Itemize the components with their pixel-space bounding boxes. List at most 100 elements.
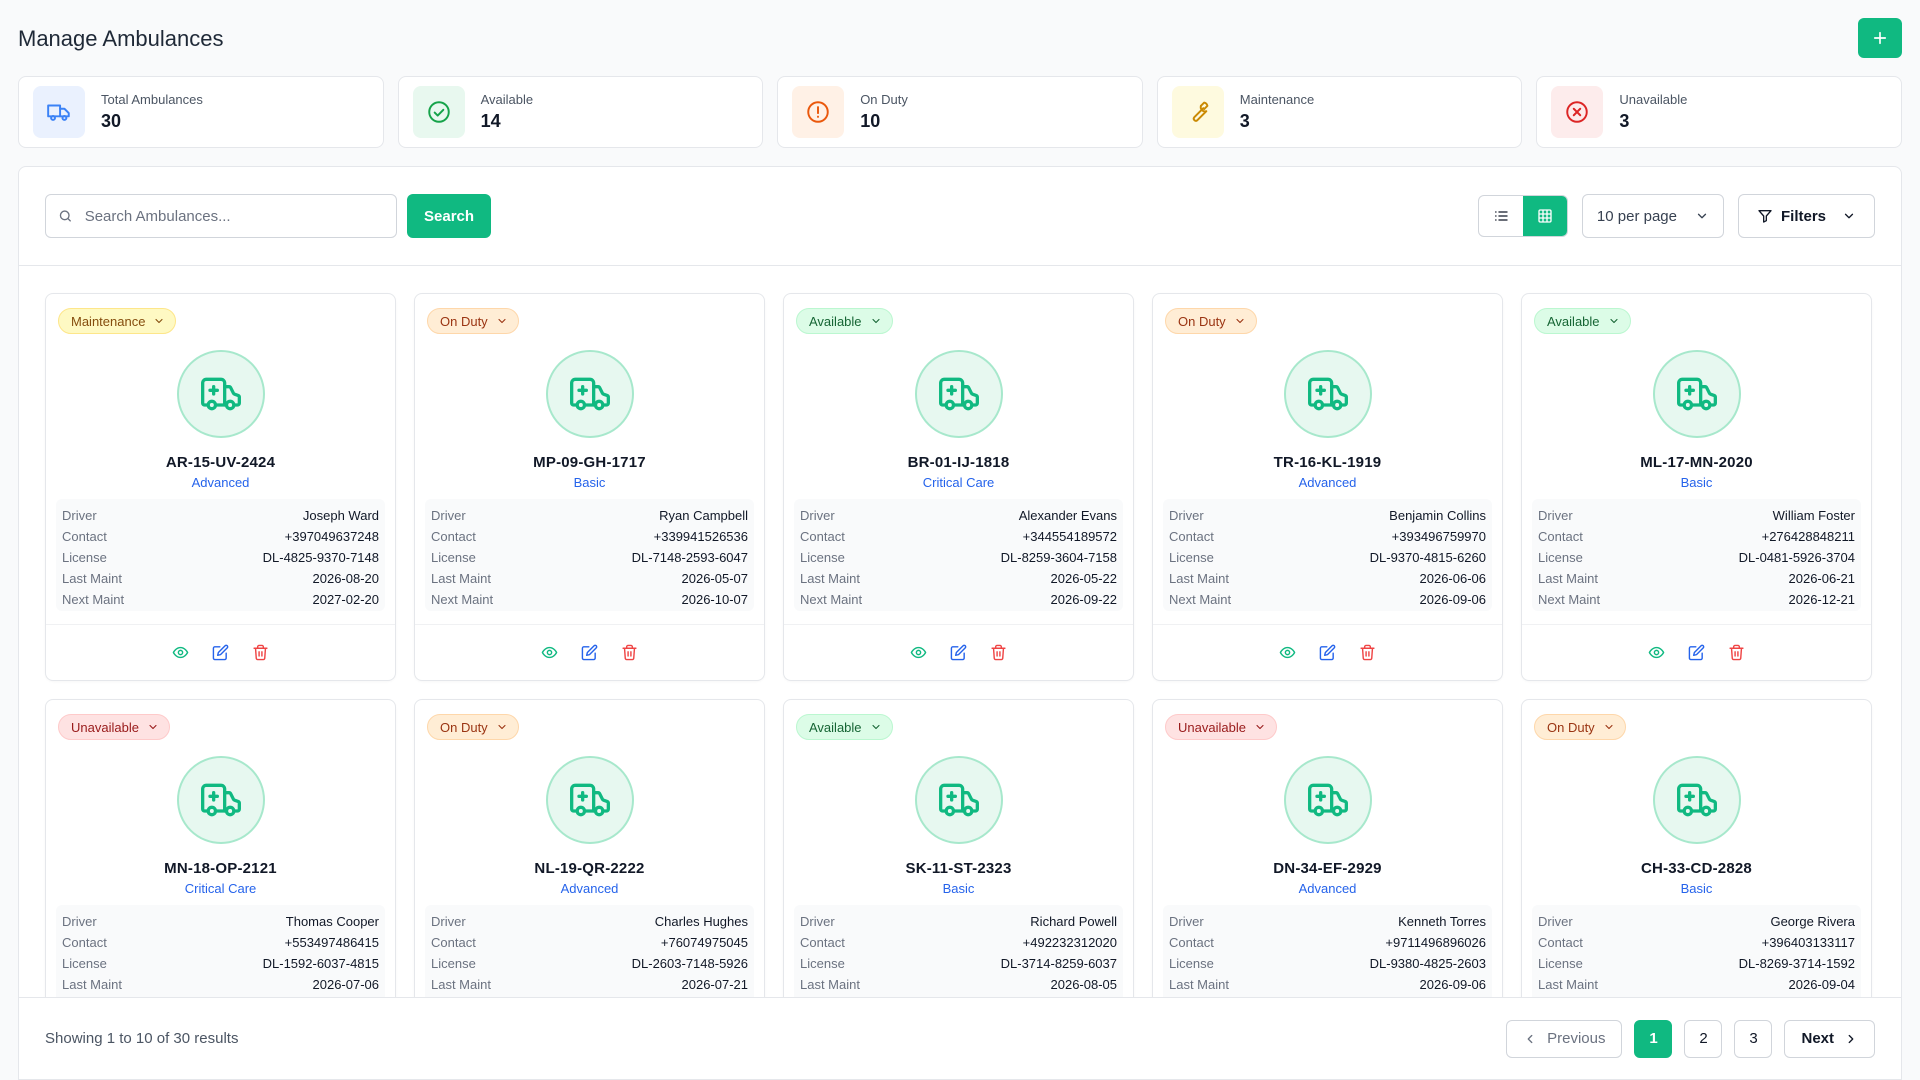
detail-row-last-maint: Last Maint 2026-07-21 [431,974,748,995]
vehicle-plate: ML-17-MN-2020 [1640,454,1753,471]
delete-button[interactable] [621,644,639,662]
page-1-button[interactable]: 1 [1634,1019,1673,1058]
page-3-button[interactable]: 3 [1734,1019,1773,1058]
detail-value: 2026-06-06 [1419,571,1487,586]
detail-label: License [431,956,476,971]
detail-value: DL-1592-6037-4815 [262,956,379,971]
detail-value: +344554189572 [1022,529,1117,544]
status-badge-dropdown[interactable]: Available [1534,308,1631,334]
card-details: Driver William Foster Contact +276428848… [1532,499,1861,611]
view-button[interactable] [1648,644,1666,662]
edit-button[interactable] [950,644,968,662]
status-badge-dropdown[interactable]: Unavailable [58,714,170,740]
card-details: Driver Joseph Ward Contact +397049637248… [56,499,385,611]
ambulance-icon [545,350,634,438]
card-details: Driver Kenneth Torres Contact +971149689… [1163,905,1492,997]
detail-value: DL-8259-3604-7158 [1000,550,1117,565]
add-ambulance-button[interactable] [1858,18,1902,58]
view-button[interactable] [172,644,190,662]
delete-button[interactable] [1359,644,1377,662]
stat-value: 30 [101,111,122,131]
status-badge-dropdown[interactable]: On Duty [1165,308,1257,334]
status-badge-dropdown[interactable]: On Duty [1534,714,1626,740]
detail-row-last-maint: Last Maint 2026-09-06 [1169,974,1486,995]
view-button[interactable] [1279,644,1297,662]
grid-view-button[interactable] [1522,196,1567,236]
status-label: Available [1547,313,1600,329]
trash-icon [1360,644,1375,661]
status-badge-dropdown[interactable]: Maintenance [58,308,177,334]
detail-row-license: License DL-4825-9370-7148 [62,547,379,568]
detail-value: 2026-10-07 [681,592,749,607]
detail-value: +339941526536 [653,529,748,544]
search-input[interactable] [84,207,384,225]
detail-label: Contact [1538,935,1583,950]
list-view-button[interactable] [1479,196,1523,236]
status-badge-dropdown[interactable]: Unavailable [1165,714,1277,740]
detail-value: DL-4825-9370-7148 [262,550,379,565]
detail-row-driver: Driver William Foster [1538,505,1855,526]
detail-label: Next Maint [800,592,863,607]
per-page-value: 10 per page [1596,207,1677,225]
card-actions [415,624,764,680]
detail-label: License [1169,956,1214,971]
detail-label: License [62,550,107,565]
vehicle-plate: BR-01-IJ-1818 [907,454,1010,471]
detail-value: 2027-02-20 [312,592,380,607]
ambulance-type: Basic [942,881,975,896]
next-page-button[interactable]: Next [1784,1019,1875,1058]
detail-label: Contact [1538,529,1583,544]
card-details: Driver George Rivera Contact +3964031331… [1532,905,1861,997]
detail-value: DL-9370-4815-6260 [1369,550,1486,565]
detail-label: License [1169,550,1214,565]
chevron-down-icon [1697,213,1707,219]
status-badge-dropdown[interactable]: On Duty [427,714,519,740]
detail-label: Contact [1169,529,1214,544]
card-details: Driver Ryan Campbell Contact +3399415265… [425,499,754,611]
filters-button[interactable]: Filters [1737,194,1875,238]
view-button[interactable] [910,644,928,662]
status-label: Unavailable [1178,719,1246,735]
delete-button[interactable] [990,644,1008,662]
cards-scroll-area[interactable]: Maintenance AR-15-UV-2424 Advanced Drive… [19,267,1901,997]
detail-value: +276428848211 [1761,529,1855,544]
stat-value: 14 [480,111,501,131]
detail-value: +9711496896026 [1385,935,1486,950]
detail-value: DL-3714-8259-6037 [1000,956,1117,971]
next-label: Next [1801,1030,1834,1047]
chevron-down-icon [155,318,164,324]
detail-value: William Foster [1772,508,1855,523]
view-button[interactable] [541,644,559,662]
toolbar: Search 10 per page Filters [19,167,1901,266]
detail-label: Contact [431,529,476,544]
status-badge-dropdown[interactable]: On Duty [427,308,519,334]
wrench-icon [1171,86,1224,138]
edit-button[interactable] [212,644,230,662]
ambulance-icon [914,756,1003,844]
ambulance-card: Available BR-01-IJ-1818 Critical Care Dr… [783,293,1134,681]
edit-button[interactable] [581,644,599,662]
detail-row-next-maint: Next Maint 2027-02-20 [62,589,379,610]
edit-button[interactable] [1319,644,1337,662]
detail-label: Last Maint [1538,977,1598,992]
ambulance-card: On Duty MP-09-GH-1717 Basic Driver Ryan … [414,293,765,681]
detail-value: 2026-09-04 [1788,977,1856,992]
status-badge-dropdown[interactable]: Available [796,308,893,334]
page-2-button[interactable]: 2 [1684,1019,1723,1058]
search-button[interactable]: Search [407,194,492,238]
detail-row-next-maint: Next Maint 2026-09-06 [1169,589,1486,610]
detail-label: Last Maint [431,977,491,992]
detail-value: DL-7148-2593-6047 [631,550,748,565]
edit-button[interactable] [1688,644,1706,662]
status-badge-dropdown[interactable]: Available [796,714,893,740]
ambulance-icon [176,756,265,844]
detail-row-last-maint: Last Maint 2026-05-22 [800,568,1117,589]
delete-button[interactable] [252,644,270,662]
per-page-select[interactable]: 10 per page [1581,194,1724,238]
detail-label: Driver [800,914,835,929]
detail-row-driver: Driver Benjamin Collins [1169,505,1486,526]
delete-button[interactable] [1728,644,1746,662]
previous-page-button[interactable]: Previous [1506,1019,1623,1058]
grid-icon [1538,209,1552,223]
detail-value: 2026-09-22 [1050,592,1118,607]
